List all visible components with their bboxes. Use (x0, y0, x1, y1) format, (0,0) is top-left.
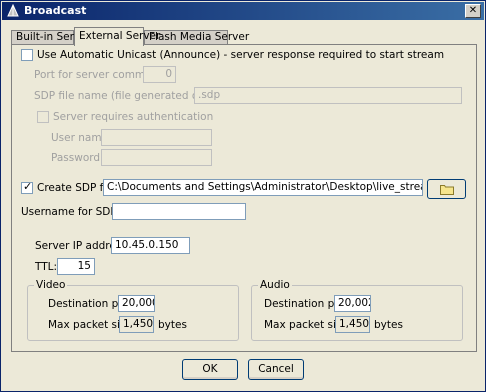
ttl-input[interactable]: 15 (57, 258, 95, 275)
auth-label: Server requires authentication (53, 111, 214, 123)
broadcast-icon (7, 4, 19, 17)
port-input[interactable]: 0 (143, 66, 176, 83)
external-server-panel: Use Automatic Unicast (Announce) - serve… (11, 44, 477, 352)
tab-built-in-server[interactable]: Built-in Server (11, 30, 91, 45)
user-name-input[interactable] (101, 129, 212, 146)
ttl-label: TTL: (35, 261, 58, 273)
video-max-packet-value: 1,450 (119, 316, 154, 333)
auth-checkbox[interactable] (37, 111, 49, 123)
browse-button[interactable] (427, 179, 466, 199)
video-dest-port-input[interactable]: 20,000 (118, 295, 155, 312)
broadcast-dialog: Broadcast ✕ Built-in Server External Ser… (0, 0, 486, 392)
password-label: Password: (51, 152, 104, 164)
audio-group: Audio Destination port: 20,002 Max packe… (251, 279, 463, 341)
folder-icon (440, 185, 454, 195)
sdp-name-input[interactable]: .sdp (194, 87, 462, 104)
video-legend: Video (34, 279, 68, 291)
unicast-checkbox[interactable] (21, 49, 33, 61)
cancel-button[interactable]: Cancel (248, 359, 304, 380)
window-title: Broadcast (24, 4, 87, 17)
audio-legend: Audio (258, 279, 292, 291)
audio-max-packet-value: 1,450 (335, 316, 370, 333)
ok-button[interactable]: OK (182, 359, 238, 380)
tab-external-server[interactable]: External Server (74, 27, 160, 46)
close-button[interactable]: ✕ (465, 4, 481, 18)
create-sdp-checkbox[interactable]: ✓ (21, 180, 33, 194)
title-bar[interactable]: Broadcast ✕ (2, 2, 484, 20)
server-ip-input[interactable]: 10.45.0.150 (111, 237, 190, 254)
video-bytes-unit: bytes (158, 319, 187, 331)
checkmark-icon: ✓ (23, 180, 33, 193)
unicast-label: Use Automatic Unicast (Announce) - serve… (37, 49, 445, 61)
video-group: Video Destination port: 20,000 Max packe… (27, 279, 239, 341)
sdp-username-input[interactable] (112, 203, 246, 220)
sdp-path-input[interactable]: C:\Documents and Settings\Administrator\… (103, 179, 423, 196)
audio-bytes-unit: bytes (374, 319, 403, 331)
audio-dest-port-input[interactable]: 20,002 (334, 295, 371, 312)
password-input[interactable] (101, 149, 212, 166)
